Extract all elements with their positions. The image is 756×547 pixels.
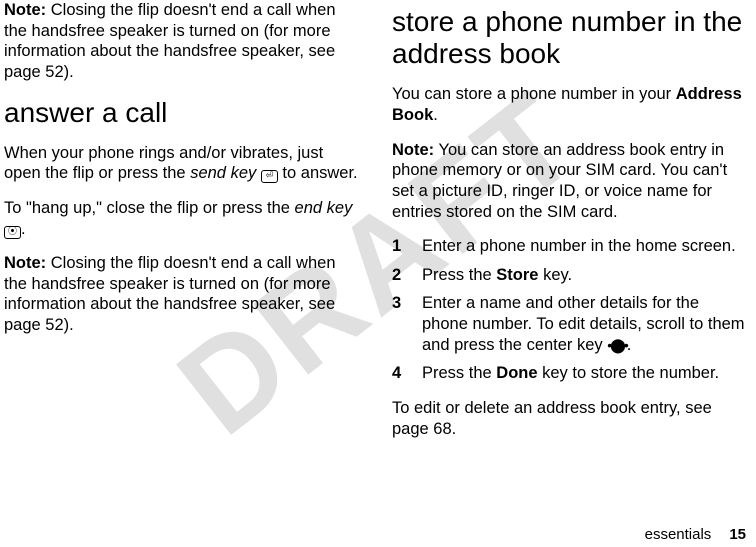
step-text: Enter a name and other details for the p… [422,293,748,355]
store-key-label: Store [496,266,538,284]
p-hangup: To "hang up," close the flip or press th… [4,198,360,239]
step-3: 3 Enter a name and other details for the … [392,293,748,355]
t: To "hang up," close the flip or press th… [4,199,295,217]
step-text: Enter a phone number in the home screen. [422,236,748,257]
end-key-label: end key [295,199,353,217]
t: to answer. [278,164,358,182]
note-flip-2: Note: Closing the flip doesn't end a cal… [4,253,360,336]
step-text: Press the Done key to store the number. [422,363,748,384]
t: Press the [422,364,496,382]
step-num: 3 [392,293,406,355]
t: . [21,220,26,238]
send-key-icon [261,170,278,183]
step-text: Press the Store key. [422,265,748,286]
center-key-icon: •⬤• [607,337,626,353]
t: key to store the number. [538,364,720,382]
t: . [627,336,632,354]
note-sim: Note: You can store an address book entr… [392,140,748,223]
step-num: 2 [392,265,406,286]
note-label: Note: [4,1,46,19]
note-label: Note: [4,254,46,272]
p-intro: You can store a phone number in your Add… [392,84,748,125]
t: Enter a name and other details for the p… [422,294,745,353]
right-column: store a phone number in the address book… [392,0,748,453]
step-2: 2 Press the Store key. [392,265,748,286]
step-4: 4 Press the Done key to store the number. [392,363,748,384]
step-num: 4 [392,363,406,384]
step-1: 1 Enter a phone number in the home screen… [392,236,748,257]
note-text: You can store an address book entry in p… [392,141,727,221]
heading-answer-call: answer a call [4,97,360,129]
step-num: 1 [392,236,406,257]
t: Press the [422,266,496,284]
t: . [433,106,438,124]
page-footer: essentials 15 [645,526,746,543]
note-text: Closing the flip doesn't end a call when… [4,1,336,81]
left-column: Note: Closing the flip doesn't end a cal… [4,0,360,453]
p-answer: When your phone rings and/or vibrates, j… [4,143,360,184]
done-key-label: Done [496,364,537,382]
footer-page-number: 15 [729,526,746,543]
footer-section: essentials [645,526,712,543]
send-key-label: send key [190,164,256,182]
steps-list: 1 Enter a phone number in the home screen… [392,236,748,384]
t: key. [538,266,572,284]
note-flip-1: Note: Closing the flip doesn't end a cal… [4,0,360,83]
heading-store-number: store a phone number in the address book [392,6,748,70]
note-label: Note: [392,141,434,159]
t: You can store a phone number in your [392,85,676,103]
p-edit-delete: To edit or delete an address book entry,… [392,398,748,439]
end-key-icon [4,226,21,239]
note-text: Closing the flip doesn't end a call when… [4,254,336,334]
